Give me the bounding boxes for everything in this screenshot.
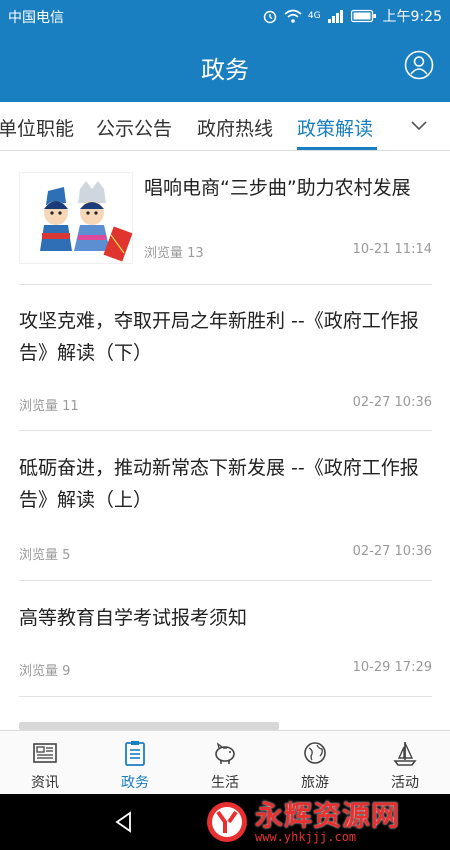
article-title: 高等教育自学考试报考须知 — [19, 607, 248, 629]
network-type-label: 4G — [307, 10, 321, 21]
article-thumbnail — [19, 172, 133, 264]
view-count: 浏览量 9 — [19, 664, 71, 679]
watermark-logo-icon — [207, 802, 247, 842]
globe-icon — [304, 742, 326, 764]
battery-icon — [350, 9, 376, 23]
list-item[interactable]: 砥砺奋进，推动新常态下新发展 --《政府工作报告》解读（上） 浏览量 5 02-… — [19, 430, 432, 581]
tab-public-notices[interactable]: 公示公告 — [96, 114, 172, 141]
list-item[interactable]: 唱响电商“三步曲”助力农村发展 浏览量 13 10-21 11:14 — [19, 152, 432, 285]
list-item-partial[interactable] — [19, 714, 432, 730]
active-tab-indicator — [297, 147, 377, 150]
truncated-title-bar — [19, 722, 279, 730]
alarm-icon — [263, 10, 277, 24]
watermark: 永辉资源网 www.yhkjjj.com — [205, 800, 400, 844]
sailboat-icon — [393, 742, 417, 766]
view-count: 浏览量 13 — [144, 246, 204, 261]
nav-label: 资讯 — [31, 775, 59, 791]
publish-time: 10-21 11:14 — [352, 242, 432, 257]
signal-icon — [327, 10, 343, 23]
nav-label: 生活 — [211, 775, 239, 791]
back-icon[interactable] — [112, 810, 136, 834]
nav-label: 活动 — [391, 775, 419, 791]
chevron-down-icon[interactable] — [410, 116, 428, 134]
article-title: 唱响电商“三步曲”助力农村发展 — [144, 177, 411, 199]
publish-time: 02-27 10:36 — [352, 395, 432, 410]
piggy-bank-icon — [215, 742, 235, 764]
tab-government-hotline[interactable]: 政府热线 — [197, 114, 273, 141]
article-list: 唱响电商“三步曲”助力农村发展 浏览量 13 10-21 11:14 攻坚克难，… — [0, 152, 450, 730]
list-item[interactable]: 高等教育自学考试报考须知 浏览量 9 10-29 17:29 — [19, 580, 432, 697]
nav-item-life[interactable]: 生活 — [180, 731, 270, 795]
article-title: 攻坚克难，夺取开局之年新胜利 --《政府工作报告》解读（下） — [19, 310, 419, 364]
nav-item-travel[interactable]: 旅游 — [270, 731, 360, 795]
user-profile-icon[interactable] — [404, 50, 434, 80]
news-icon — [33, 743, 57, 763]
list-item[interactable]: 攻坚克难，夺取开局之年新胜利 --《政府工作报告》解读（下） 浏览量 11 02… — [19, 284, 432, 431]
publish-time: 10-29 17:29 — [352, 660, 432, 675]
watermark-url: www.yhkjjj.com — [255, 829, 357, 844]
view-count: 浏览量 11 — [19, 399, 79, 414]
status-bar: 中国电信 4G 上午9:25 — [0, 0, 450, 32]
carrier-label: 中国电信 — [8, 10, 64, 26]
tab-policy-interpretation[interactable]: 政策解读 — [297, 114, 373, 141]
publish-time: 02-27 10:36 — [352, 544, 432, 559]
watermark-title: 永辉资源网 — [255, 798, 401, 832]
clock-label: 上午9:25 — [382, 9, 442, 25]
cartoon-couple-image — [20, 173, 132, 263]
document-icon — [125, 741, 145, 766]
nav-item-news[interactable]: 资讯 — [0, 731, 90, 795]
wifi-icon — [284, 9, 302, 23]
category-tabs: 单位职能 公示公告 政府热线 政策解读 — [0, 102, 450, 151]
nav-item-government[interactable]: 政务 — [90, 731, 180, 795]
view-count: 浏览量 5 — [19, 548, 71, 563]
tab-unit-functions[interactable]: 单位职能 — [0, 114, 74, 141]
status-icons: 4G 上午9:25 — [262, 6, 442, 26]
nav-label: 旅游 — [301, 775, 329, 791]
nav-item-activities[interactable]: 活动 — [360, 731, 450, 795]
app-header: 政务 — [0, 32, 450, 102]
page-title: 政务 — [201, 56, 249, 84]
bottom-nav: 资讯 政务 生活 旅游 活动 — [0, 730, 450, 795]
article-title: 砥砺奋进，推动新常态下新发展 --《政府工作报告》解读（上） — [19, 457, 419, 511]
nav-label: 政务 — [121, 775, 149, 791]
